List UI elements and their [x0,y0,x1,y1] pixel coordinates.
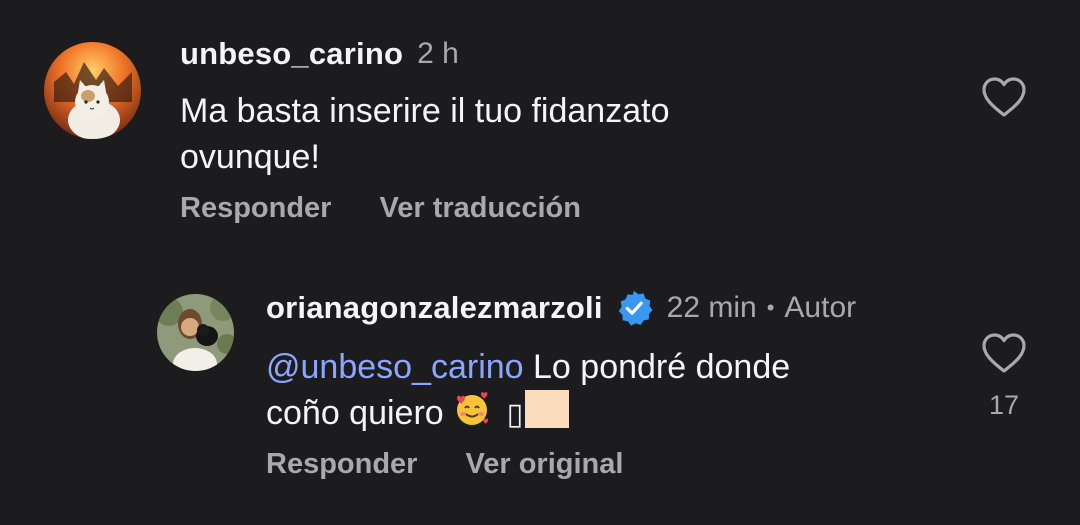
avatar-orianagonzalezmarzoli[interactable] [157,294,234,371]
verified-badge-icon [618,290,653,326]
comment-text-line: coño quiero [266,394,454,432]
comment-actions: Responder Ver original [266,448,671,481]
like-button[interactable]: 17 [980,332,1028,421]
avatar-unbeso-carino[interactable] [44,42,141,139]
timestamp: 2 h [417,37,459,70]
smiling-face-with-hearts-emoji [453,390,491,440]
reply-button[interactable]: Responder [266,448,417,481]
mention-link[interactable]: @unbeso_carino [266,348,524,386]
comment-text: Ma basta inserire il tuo fidanzato ovunq… [180,88,940,180]
see-translation-button[interactable]: Ver traducción [379,192,580,225]
reply-comment-item: orianagonzalezmarzoli 22 min • Autor @un… [0,250,1080,525]
author-label: Autor [784,291,857,324]
heart-outline-icon[interactable] [981,332,1027,374]
separator-dot: • [766,295,775,320]
comment-header: unbeso_carino 2 h [180,34,459,74]
comment-actions: Responder Ver traducción [180,192,629,225]
missing-glyph: ▯ [506,397,524,432]
comment-text-line: Ma basta inserire il tuo fidanzato [180,92,670,130]
like-count: 17 [988,390,1020,420]
username[interactable]: unbeso_carino [180,36,403,72]
comment-text: @unbeso_carino Lo pondré donde coño quie… [266,344,986,440]
comment-item: unbeso_carino 2 h Ma basta inserire il t… [0,0,1080,250]
heart-outline-icon[interactable] [981,76,1027,118]
like-button[interactable] [980,76,1028,118]
timestamp: 22 min [666,291,757,324]
skin-tone-swatch [525,390,570,428]
username[interactable]: orianagonzalezmarzoli [266,290,603,326]
see-original-button[interactable]: Ver original [465,448,623,481]
comment-header: orianagonzalezmarzoli 22 min • Autor [266,288,856,328]
comment-text-line: ovunque! [180,138,320,176]
comment-text-line: Lo pondré donde [523,348,791,386]
reply-button[interactable]: Responder [180,192,331,225]
